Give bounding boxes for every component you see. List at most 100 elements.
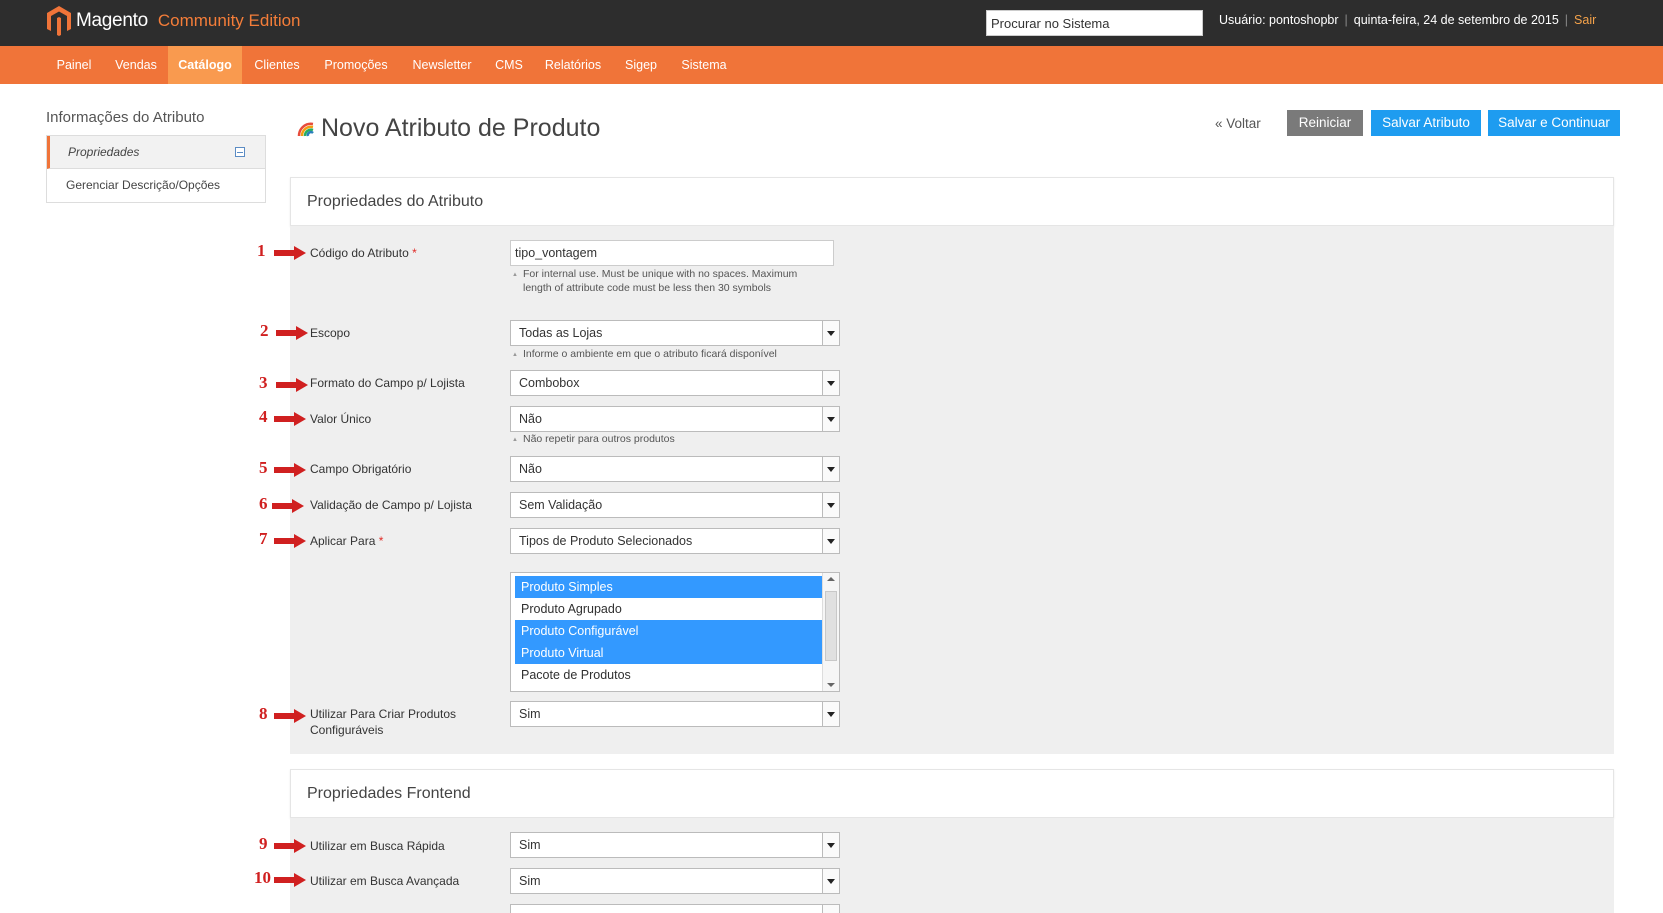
annotation-number: 2: [260, 321, 269, 340]
sidebar-title: Informações do Atributo: [46, 109, 205, 126]
tab-label: Propriedades: [68, 145, 140, 159]
unique-value-select[interactable]: Não: [510, 406, 840, 432]
advanced-search-select-value: Sim: [519, 874, 541, 888]
scroll-thumb[interactable]: [825, 591, 837, 661]
annotation-arrow-icon: [274, 839, 306, 853]
option-produto-configuravel[interactable]: Produto Configurável: [515, 620, 822, 642]
reset-button[interactable]: Reiniciar: [1287, 110, 1363, 136]
scope-select[interactable]: Todas as Lojas: [510, 320, 840, 346]
annotation-number: 5: [259, 458, 268, 477]
unique-value-select-value: Não: [519, 412, 542, 426]
menu-item-relatorios[interactable]: Relatórios: [536, 46, 610, 84]
annotation-number: 6: [259, 494, 268, 513]
frontend-properties-header: Propriedades Frontend: [290, 769, 1614, 818]
sidebar-tabs: Propriedades Gerenciar Descrição/Opções: [46, 135, 266, 203]
attribute-code-input[interactable]: tipo_vontagem: [510, 240, 834, 266]
chevron-down-icon: [822, 407, 839, 431]
chevron-down-icon: [822, 457, 839, 481]
required-field-select[interactable]: Não: [510, 456, 840, 482]
rainbow-icon: [297, 122, 314, 136]
chevron-down-icon: [822, 493, 839, 517]
input-type-select-value: Combobox: [519, 376, 580, 390]
scroll-up-icon[interactable]: [827, 577, 835, 581]
quick-search-select-value: Sim: [519, 838, 541, 852]
frontend-properties-body: [290, 818, 1614, 913]
page-header: Novo Atributo de Produto: [297, 114, 600, 143]
validation-label: Validação de Campo p/ Lojista: [310, 498, 472, 512]
apply-to-select[interactable]: Tipos de Produto Selecionados: [510, 528, 840, 554]
annotation-number: 8: [259, 704, 268, 723]
save-and-continue-button[interactable]: Salvar e Continuar: [1488, 110, 1620, 136]
annotation-arrow-icon: [276, 326, 308, 340]
option-produto-virtual[interactable]: Produto Virtual: [515, 642, 822, 664]
validation-select-value: Sem Validação: [519, 498, 603, 512]
main-menu: Painel Vendas Catálogo Clientes Promoçõe…: [0, 46, 1663, 84]
section-title: Propriedades do Atributo: [307, 193, 484, 210]
chevron-down-icon: [822, 702, 839, 726]
logout-link[interactable]: Sair: [1574, 13, 1596, 27]
advanced-search-select[interactable]: Sim: [510, 868, 840, 894]
input-type-label: Formato do Campo p/ Lojista: [310, 376, 465, 390]
menu-item-clientes[interactable]: Clientes: [244, 46, 310, 84]
validation-select[interactable]: Sem Validação: [510, 492, 840, 518]
menu-item-cms[interactable]: CMS: [484, 46, 534, 84]
back-button[interactable]: « Voltar: [1215, 111, 1261, 137]
option-pacote-de-produtos[interactable]: Pacote de Produtos: [515, 664, 822, 686]
product-types-multiselect[interactable]: Produto Simples Produto Agrupado Produto…: [510, 572, 840, 692]
annotation-number: 4: [259, 407, 268, 426]
next-field-select[interactable]: [510, 904, 840, 913]
annotation-arrow-icon: [274, 873, 306, 887]
required-field-label: Campo Obrigatório: [310, 462, 412, 476]
chevron-down-icon: [822, 321, 839, 345]
configurable-select[interactable]: Sim: [510, 701, 840, 727]
annotation-arrow-icon: [272, 499, 304, 513]
menu-item-catalogo[interactable]: Catálogo: [168, 46, 242, 84]
chevron-down-icon: [822, 869, 839, 893]
chevron-down-icon: [822, 833, 839, 857]
menu-item-newsletter[interactable]: Newsletter: [403, 46, 481, 84]
menu-item-sistema[interactable]: Sistema: [672, 46, 736, 84]
menu-item-sigep[interactable]: Sigep: [614, 46, 668, 84]
multiselect-scrollbar[interactable]: [822, 573, 839, 691]
configurable-select-value: Sim: [519, 707, 541, 721]
attribute-code-note: For internal use. Must be unique with no…: [512, 267, 802, 295]
menu-item-promocoes[interactable]: Promoções: [314, 46, 398, 84]
annotation-arrow-icon: [274, 534, 306, 548]
magento-logo-icon: [47, 6, 71, 36]
scroll-down-icon[interactable]: [827, 683, 835, 687]
annotation-number: 10: [254, 868, 271, 887]
page-title: Novo Atributo de Produto: [321, 114, 601, 142]
attribute-properties-body: [290, 226, 1614, 754]
current-date: quinta-feira, 24 de setembro de 2015: [1353, 13, 1559, 27]
chevron-down-icon: [822, 371, 839, 395]
changed-icon: [235, 147, 245, 157]
logo-text: Magento: [76, 10, 148, 31]
advanced-search-label: Utilizar em Busca Avançada: [310, 874, 460, 888]
tab-gerenciar-opcoes[interactable]: Gerenciar Descrição/Opções: [47, 169, 265, 202]
annotation-arrow-icon: [274, 463, 306, 477]
option-produto-simples[interactable]: Produto Simples: [515, 576, 822, 598]
global-search-input[interactable]: Procurar no Sistema: [986, 10, 1203, 36]
menu-item-painel[interactable]: Painel: [46, 46, 102, 84]
header-user-info: Usuário: pontoshopbr | quinta-feira, 24 …: [1219, 13, 1596, 27]
option-produto-agrupado[interactable]: Produto Agrupado: [515, 598, 822, 620]
quick-search-select[interactable]: Sim: [510, 832, 840, 858]
menu-item-vendas[interactable]: Vendas: [104, 46, 168, 84]
quick-search-label: Utilizar em Busca Rápida: [310, 839, 445, 853]
attribute-properties-header: Propriedades do Atributo: [290, 177, 1614, 226]
scope-label: Escopo: [310, 326, 351, 340]
logo-edition: Community Edition: [157, 11, 301, 30]
section-title: Propriedades Frontend: [307, 785, 471, 802]
annotation-arrow-icon: [274, 246, 306, 260]
required-field-select-value: Não: [519, 462, 542, 476]
separator: |: [1564, 13, 1569, 27]
chevron-down-icon: [822, 905, 839, 913]
magento-logo[interactable]: Magento Community Edition: [46, 5, 301, 37]
required-mark: *: [378, 534, 384, 548]
input-type-select[interactable]: Combobox: [510, 370, 840, 396]
user-name: Usuário: pontoshopbr: [1219, 13, 1339, 27]
configurable-label: Utilizar Para Criar Produtos Configuráve…: [310, 707, 457, 737]
scope-note: Informe o ambiente em que o atributo fic…: [512, 347, 802, 362]
save-attribute-button[interactable]: Salvar Atributo: [1371, 110, 1481, 136]
tab-propriedades[interactable]: Propriedades: [47, 136, 265, 169]
